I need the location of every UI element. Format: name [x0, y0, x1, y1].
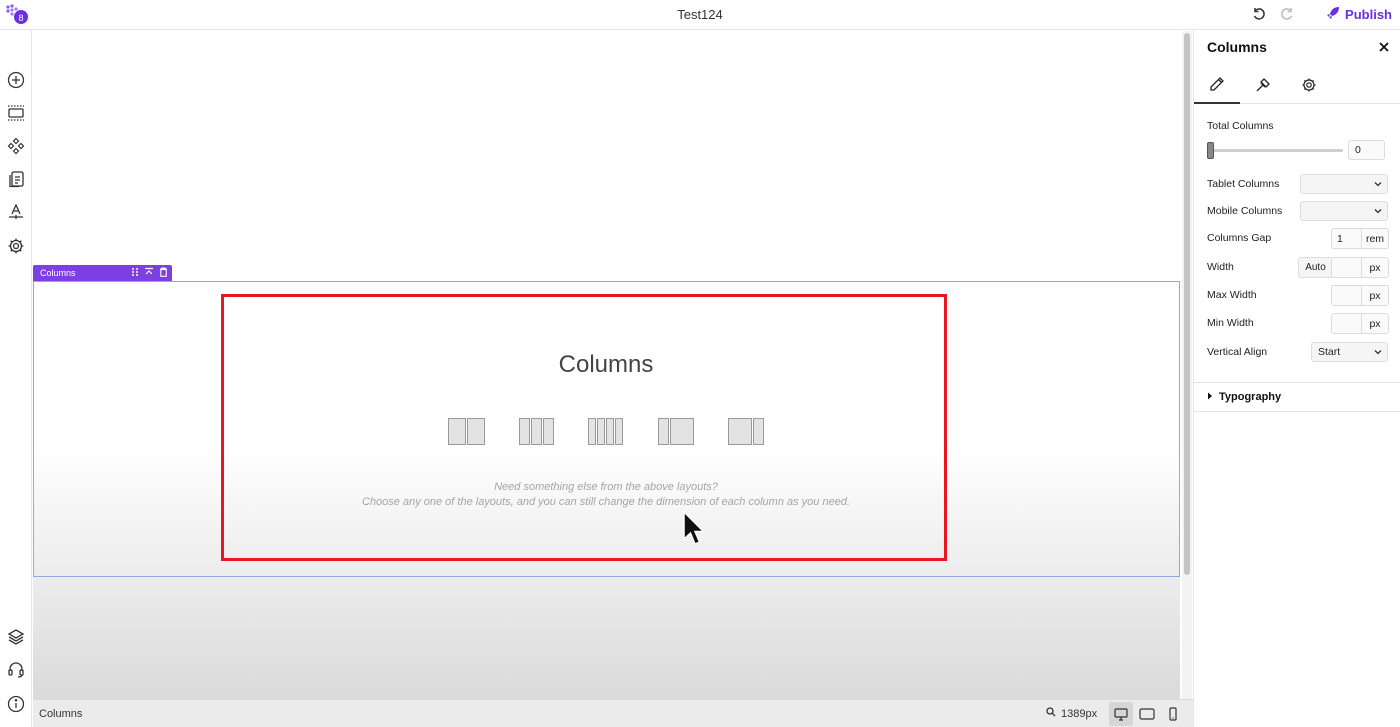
- headset-icon[interactable]: [5, 659, 27, 681]
- min-width-unit[interactable]: px: [1362, 314, 1388, 333]
- brush-icon: [1255, 77, 1271, 98]
- caret-right-icon: [1207, 391, 1213, 403]
- plus-circle-icon[interactable]: [5, 69, 27, 91]
- width-field[interactable]: px: [1331, 257, 1389, 278]
- canvas-width-indicator[interactable]: 1389px: [1046, 707, 1097, 720]
- tab-advanced[interactable]: [1286, 70, 1332, 104]
- mouse-cursor-icon: [682, 510, 706, 552]
- scrollbar-thumb[interactable]: [1184, 33, 1190, 575]
- select-parent-icon[interactable]: [144, 267, 154, 279]
- max-width-label: Max Width: [1207, 289, 1257, 301]
- columns-gap-label: Columns Gap: [1207, 232, 1272, 244]
- publish-button[interactable]: Publish: [1326, 6, 1392, 23]
- text-style-icon[interactable]: [5, 201, 27, 223]
- width-auto-button[interactable]: Auto: [1298, 257, 1333, 278]
- min-width-field[interactable]: px: [1331, 313, 1389, 334]
- mobile-columns-label: Mobile Columns: [1207, 205, 1283, 217]
- min-width-label: Min Width: [1207, 317, 1254, 329]
- mobile-columns-select[interactable]: [1300, 201, 1388, 221]
- delete-icon[interactable]: [159, 267, 168, 279]
- gear-icon[interactable]: [5, 235, 27, 257]
- max-width-unit[interactable]: px: [1362, 286, 1388, 305]
- tab-edit[interactable]: [1194, 70, 1240, 104]
- left-toolbar: [0, 30, 32, 727]
- width-input[interactable]: [1332, 258, 1362, 277]
- gear-icon: [1301, 77, 1317, 98]
- document-title: Test124: [677, 7, 723, 22]
- redo-icon[interactable]: [1278, 5, 1296, 23]
- undo-icon[interactable]: [1250, 5, 1268, 23]
- layout-option-four-equal[interactable]: [588, 418, 623, 445]
- max-width-input[interactable]: [1332, 286, 1362, 305]
- status-bar: Columns 1389px: [33, 699, 1193, 727]
- tablet-columns-label: Tablet Columns: [1207, 178, 1280, 190]
- info-icon[interactable]: [5, 693, 27, 715]
- publish-label: Publish: [1345, 6, 1392, 22]
- search-icon: [1046, 707, 1056, 720]
- columns-gap-unit[interactable]: rem: [1362, 229, 1388, 248]
- pencil-icon: [1209, 76, 1225, 97]
- canvas-width-value: 1389px: [1061, 707, 1098, 720]
- close-icon[interactable]: [1376, 39, 1392, 55]
- highlight-annotation-box: [221, 294, 947, 561]
- canvas-scrollbar[interactable]: [1182, 31, 1192, 699]
- chevron-down-icon: [1373, 206, 1383, 219]
- columns-gap-input[interactable]: 1: [1332, 229, 1362, 248]
- layout-option-twothirds-third[interactable]: [728, 418, 764, 445]
- breadcrumb[interactable]: Columns: [39, 708, 82, 720]
- rocket-icon: [1326, 6, 1340, 23]
- total-columns-label: Total Columns: [1207, 120, 1274, 132]
- columns-gap-field[interactable]: 1 rem: [1331, 228, 1389, 249]
- top-bar: 8 Test124 Publish: [0, 0, 1400, 30]
- pages-icon[interactable]: [5, 168, 27, 190]
- tab-style[interactable]: [1240, 70, 1286, 104]
- chevron-down-icon: [1373, 347, 1383, 360]
- layout-option-third-twothirds[interactable]: [658, 418, 694, 445]
- section-icon[interactable]: [5, 102, 27, 124]
- layout-hint-line-2: Choose any one of the layouts, and you c…: [362, 496, 850, 508]
- min-width-input[interactable]: [1332, 314, 1362, 333]
- tablet-view-button[interactable]: [1135, 702, 1159, 726]
- layout-option-three-equal[interactable]: [519, 418, 554, 445]
- mobile-view-button[interactable]: [1161, 702, 1185, 726]
- components-icon[interactable]: [5, 135, 27, 157]
- columns-placeholder-heading: Columns: [558, 351, 654, 378]
- element-tag-label: Columns: [40, 268, 76, 278]
- width-label: Width: [1207, 261, 1234, 273]
- chevron-down-icon: [1373, 179, 1383, 192]
- desktop-view-button[interactable]: [1109, 702, 1133, 726]
- drag-handle-icon[interactable]: [131, 267, 139, 279]
- properties-panel: Columns Total Columns 0 Tablet Columns M…: [1193, 30, 1400, 727]
- total-columns-slider-thumb[interactable]: [1207, 142, 1214, 159]
- max-width-field[interactable]: px: [1331, 285, 1389, 306]
- vertical-align-label: Vertical Align: [1207, 346, 1268, 358]
- vertical-align-value: Start: [1318, 346, 1341, 358]
- panel-title: Columns: [1207, 39, 1267, 55]
- layout-hint-line-1: Need something else from the above layou…: [494, 481, 718, 493]
- selected-element-tag[interactable]: Columns: [33, 265, 172, 281]
- total-columns-slider-track[interactable]: [1211, 149, 1343, 152]
- typography-section-toggle[interactable]: Typography: [1207, 391, 1281, 403]
- layers-icon[interactable]: [5, 626, 27, 648]
- layout-option-two-equal[interactable]: [448, 418, 485, 445]
- total-columns-input[interactable]: 0: [1348, 140, 1385, 160]
- panel-divider: [1194, 411, 1400, 412]
- width-unit[interactable]: px: [1362, 258, 1388, 277]
- vertical-align-select[interactable]: Start: [1311, 342, 1388, 362]
- typography-label: Typography: [1219, 391, 1282, 403]
- tablet-columns-select[interactable]: [1300, 174, 1388, 194]
- panel-tabs: [1194, 70, 1400, 104]
- panel-divider: [1194, 382, 1400, 383]
